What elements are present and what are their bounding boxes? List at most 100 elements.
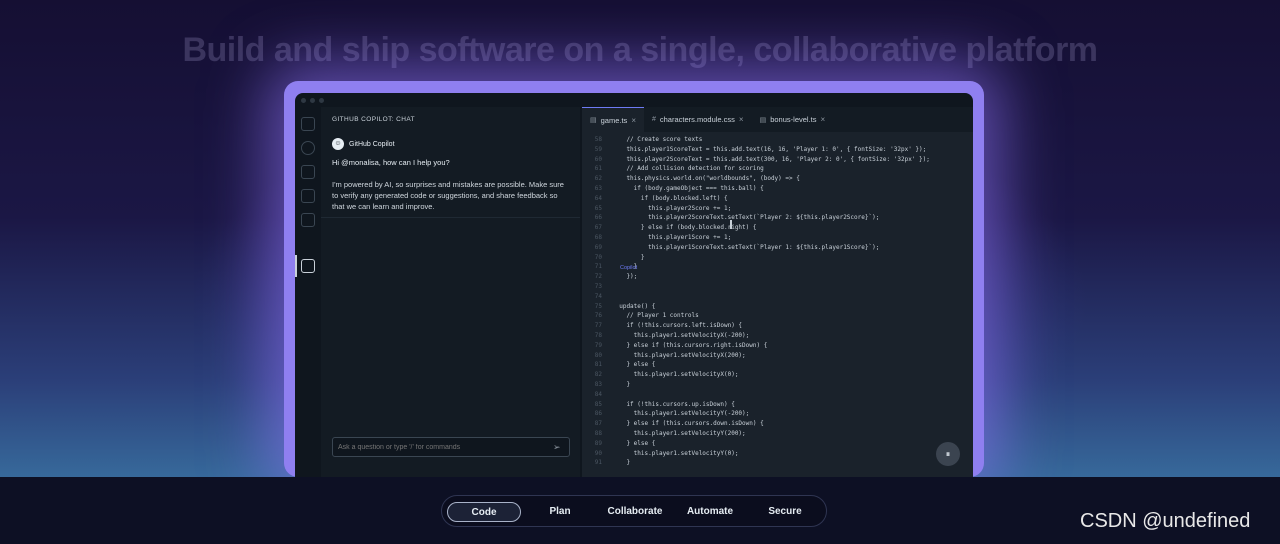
- file-icon: ▤: [590, 117, 597, 124]
- code-line: 62 this.physics.world.on("worldbounds", …: [582, 174, 973, 184]
- tab-game-ts[interactable]: ▤ game.ts ×: [582, 107, 644, 132]
- line-number: 86: [594, 410, 602, 418]
- code-line: 58 // Create score texts: [582, 135, 973, 145]
- code-line: 59 this.player1ScoreText = this.add.text…: [582, 145, 973, 155]
- divider: [321, 217, 580, 218]
- editor-tabs: ▤ game.ts × # characters.module.css × ▤ bonus-l…: [582, 107, 973, 132]
- hero-title: Build and ship software on a single, col…: [182, 31, 1098, 69]
- line-number: 82: [594, 371, 602, 379]
- pill-secure[interactable]: Secure: [750, 502, 820, 522]
- code-text: // Add collision detection for scoring: [612, 165, 764, 173]
- code-text: } else {: [612, 439, 656, 447]
- code-text: this.player2ScoreText = this.add.text(30…: [612, 155, 930, 163]
- code-line: 74: [582, 292, 973, 302]
- code-text: this.player1Score += 1;: [612, 233, 732, 241]
- code-line: 75 update() {: [582, 302, 973, 312]
- close-icon[interactable]: ×: [821, 115, 826, 124]
- source-control-icon[interactable]: [301, 165, 315, 179]
- code-line: 86 this.player1.setVelocityY(-200);: [582, 409, 973, 419]
- window-dot: [310, 97, 315, 103]
- window-dot: [319, 97, 324, 103]
- pause-button[interactable]: ⏸: [936, 442, 960, 466]
- line-number: 62: [594, 175, 602, 183]
- code-line: 90 this.player1.setVelocityY(0);: [582, 449, 973, 459]
- code-line: 61 // Add collision detection for scorin…: [582, 164, 973, 174]
- chat-greeting: Hi @monalisa, how can I help you?: [332, 158, 450, 167]
- pill-plan[interactable]: Plan: [530, 502, 590, 522]
- code-text: this.player1.setVelocityY(-200);: [612, 410, 750, 418]
- line-number: 68: [594, 233, 602, 241]
- code-line: 85 if (!this.cursors.up.isDown) {: [582, 400, 973, 410]
- code-text: });: [612, 273, 638, 281]
- line-number: 72: [594, 273, 602, 281]
- code-line: 64 if (body.blocked.left) {: [582, 194, 973, 204]
- line-number: 65: [594, 204, 602, 212]
- code-line: 84: [582, 390, 973, 400]
- explorer-icon[interactable]: [301, 117, 315, 131]
- code-text: }: [612, 380, 631, 388]
- line-number: 84: [594, 390, 602, 398]
- line-number: 83: [594, 380, 602, 388]
- pill-code[interactable]: Code: [447, 502, 521, 522]
- code-area[interactable]: 58 // Create score texts 59 this.player1S…: [582, 135, 973, 477]
- code-text: // Player 1 controls: [612, 312, 699, 320]
- code-text: } else {: [612, 361, 656, 369]
- pill-collaborate[interactable]: Collaborate: [600, 502, 670, 522]
- debug-icon[interactable]: [301, 189, 315, 203]
- close-icon[interactable]: ×: [739, 115, 744, 124]
- tab-characters-module-css[interactable]: # characters.module.css ×: [644, 107, 752, 132]
- code-line: 70 }: [582, 253, 973, 263]
- line-number: 76: [594, 312, 602, 320]
- line-number: 80: [594, 351, 602, 359]
- line-number: 91: [594, 459, 602, 467]
- window-titlebar: [295, 93, 973, 107]
- line-number: 70: [594, 253, 602, 261]
- code-text: }: [612, 253, 645, 261]
- code-line: 89 } else {: [582, 439, 973, 449]
- code-line: 68 this.player1Score += 1;: [582, 233, 973, 243]
- close-icon[interactable]: ×: [631, 116, 636, 125]
- code-line: 72 });: [582, 272, 973, 282]
- window-dot: [301, 97, 306, 103]
- line-number: 81: [594, 361, 602, 369]
- file-icon: ▤: [759, 116, 767, 124]
- activity-bar: [295, 107, 321, 477]
- line-number: 87: [594, 420, 602, 428]
- tab-bonus-level-ts[interactable]: ▤ bonus-level.ts ×: [752, 107, 834, 132]
- feature-pill-nav: Code Plan Collaborate Automate Secure: [441, 495, 827, 527]
- mouse-cursor: [730, 220, 732, 229]
- line-number: 89: [594, 439, 602, 447]
- chat-disclaimer: I'm powered by AI, so surprises and mist…: [332, 180, 564, 211]
- code-text: this.player1.setVelocityY(200);: [612, 429, 746, 437]
- editor-window: GITHUB COPILOT: CHAT ☺ GitHub Copilot Hi…: [295, 93, 973, 477]
- code-line: 66 this.player2ScoreText.setText(`Player…: [582, 213, 973, 223]
- code-line: 81 } else {: [582, 360, 973, 370]
- chat-icon[interactable]: [301, 259, 315, 273]
- code-text: } else if (this.cursors.down.isDown) {: [612, 420, 764, 428]
- active-indicator: [295, 255, 297, 277]
- code-line: 77 if (!this.cursors.left.isDown) {: [582, 321, 973, 331]
- code-line: 69 this.player1ScoreText.setText(`Player…: [582, 243, 973, 253]
- code-text: this.physics.world.on("worldbounds", (bo…: [612, 175, 800, 183]
- code-text: if (body.blocked.left) {: [612, 194, 728, 202]
- extensions-icon[interactable]: [301, 213, 315, 227]
- search-icon[interactable]: [301, 141, 315, 155]
- code-text: // Create score texts: [612, 136, 703, 143]
- code-text: if (body.gameObject === this.ball) {: [612, 184, 764, 192]
- code-text: this.player1ScoreText = this.add.text(16…: [612, 145, 927, 153]
- send-icon[interactable]: ➢: [553, 442, 561, 453]
- chat-input[interactable]: [332, 437, 570, 457]
- code-line: 73: [582, 282, 973, 292]
- line-number: 69: [594, 243, 602, 251]
- line-number: 79: [594, 341, 602, 349]
- code-text: }: [612, 459, 631, 467]
- code-line: 60 this.player2ScoreText = this.add.text…: [582, 155, 973, 165]
- code-line: 87 } else if (this.cursors.down.isDown) …: [582, 419, 973, 429]
- copilot-chat-panel: GITHUB COPILOT: CHAT ☺ GitHub Copilot Hi…: [321, 107, 580, 477]
- code-text: this.player1.setVelocityY(0);: [612, 449, 739, 457]
- code-text: this.player1.setVelocityX(0);: [612, 371, 739, 379]
- code-line: 88 this.player1.setVelocityY(200);: [582, 429, 973, 439]
- code-text: } else if (body.blocked.right) {: [612, 224, 757, 232]
- pill-automate[interactable]: Automate: [678, 502, 742, 522]
- code-line: 67 } else if (body.blocked.right) {: [582, 223, 973, 233]
